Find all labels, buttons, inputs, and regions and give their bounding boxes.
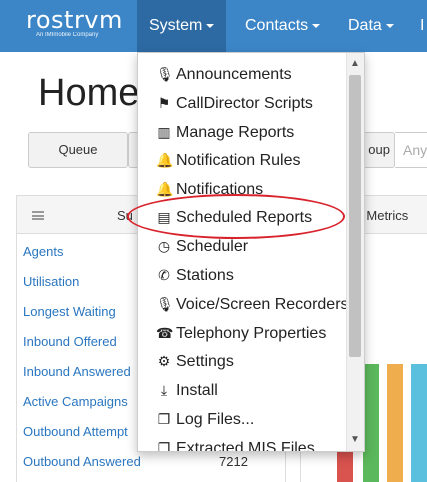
- menu-item-scheduled-reports[interactable]: ▤ Scheduled Reports: [138, 203, 346, 232]
- metric-label[interactable]: Active Campaigns: [23, 394, 128, 409]
- microphone-icon: 🎙: [156, 296, 174, 312]
- scroll-up-arrow-icon[interactable]: ▲: [349, 57, 361, 71]
- menu-item-notification-rules[interactable]: 🔔 Notification Rules: [138, 146, 346, 175]
- page-title: Home: [38, 72, 140, 114]
- tab-queue-label: Queue: [58, 142, 98, 157]
- nav-contacts[interactable]: Contacts: [233, 0, 332, 52]
- menu-item-label: Announcements: [176, 66, 292, 83]
- menu-item-label: Notifications: [176, 181, 264, 198]
- clock-icon: ◷: [157, 238, 171, 254]
- bell-icon: 🔔: [156, 181, 174, 197]
- menu-item-telephony-properties[interactable]: ☎ Telephony Properties: [138, 319, 346, 348]
- brand-tagline: An IMImobile Company: [36, 32, 99, 38]
- microphone-icon: 🎙: [156, 66, 174, 82]
- metric-label[interactable]: Outbound Attempt: [23, 424, 128, 439]
- menu-item-label: Notification Rules: [176, 152, 301, 169]
- metric-label[interactable]: Utilisation: [23, 274, 79, 289]
- menu-item-label: Scheduler: [176, 238, 249, 255]
- menu-item-label: CallDirector Scripts: [176, 95, 313, 112]
- caret-down-icon: [312, 23, 321, 28]
- menu-item-settings[interactable]: ⚙ Settings: [138, 347, 346, 376]
- phone-icon: ✆: [158, 267, 170, 283]
- brand-logo[interactable]: rostrvm An IMImobile Company: [26, 6, 123, 38]
- bar-chart-icon: ▥: [157, 124, 171, 140]
- menu-item-label: Extracted MIS Files: [176, 440, 315, 452]
- menu-item-label: Voice/Screen Recorders: [176, 296, 349, 313]
- bell-icon: 🔔: [156, 152, 174, 168]
- system-dropdown-menu: 🎙 Announcements ⚑ CallDirector Scripts ▥ Ma…: [137, 52, 365, 452]
- nav-contacts-label: Contacts: [245, 17, 309, 34]
- menu-item-stations[interactable]: ✆ Stations: [138, 261, 346, 290]
- metric-label[interactable]: Inbound Offered: [23, 334, 117, 349]
- download-icon: ⤓: [160, 382, 168, 398]
- scroll-down-arrow-icon[interactable]: ▼: [349, 433, 361, 447]
- scrollbar-thumb[interactable]: [349, 75, 361, 357]
- menu-item-label: Manage Reports: [176, 124, 295, 141]
- chart-bar: [387, 364, 403, 482]
- nav-more-label: I: [420, 17, 425, 34]
- nav-system-label: System: [149, 17, 203, 34]
- menu-item-log-files[interactable]: ❐ Log Files...: [138, 405, 346, 434]
- gear-icon: ⚙: [157, 353, 171, 369]
- metric-label[interactable]: Longest Waiting: [23, 304, 116, 319]
- brand-name: rostrvm: [26, 6, 123, 34]
- menu-item-label: Stations: [176, 267, 234, 284]
- caret-down-icon: [206, 23, 215, 28]
- tab-queue[interactable]: Queue: [28, 132, 128, 168]
- caret-down-icon: [385, 23, 394, 28]
- summary-panel-title: Su: [117, 208, 133, 223]
- any-filter-input[interactable]: Any: [395, 132, 427, 168]
- nav-data-label: Data: [348, 17, 382, 34]
- hamburger-icon[interactable]: [32, 211, 44, 220]
- metric-label[interactable]: Agents: [23, 244, 63, 259]
- nav-system[interactable]: System: [137, 0, 227, 52]
- nav-more[interactable]: I: [408, 0, 427, 52]
- menu-scrollbar[interactable]: ▲ ▼: [346, 53, 364, 451]
- files-icon: ❐: [157, 440, 171, 452]
- chart-bar: [363, 364, 379, 482]
- metric-label[interactable]: Outbound Answered: [23, 454, 141, 469]
- metric-label[interactable]: Inbound Answered: [23, 364, 131, 379]
- menu-item-voice-screen-recorders[interactable]: 🎙 Voice/Screen Recorders: [138, 290, 349, 319]
- menu-item-label: Install: [176, 382, 218, 399]
- menu-item-manage-reports[interactable]: ▥ Manage Reports: [138, 118, 346, 147]
- menu-item-extracted-mis-files[interactable]: ❐ Extracted MIS Files: [138, 434, 346, 452]
- menu-item-label: Log Files...: [176, 411, 255, 428]
- telephone-icon: ☎: [156, 325, 174, 341]
- files-icon: ❐: [157, 411, 171, 427]
- menu-item-label: Settings: [176, 353, 234, 370]
- metric-value: 7212: [219, 454, 248, 469]
- signpost-icon: ⚑: [157, 95, 171, 111]
- menu-item-install[interactable]: ⤓ Install: [138, 376, 346, 405]
- top-navbar: rostrvm An IMImobile Company System Cont…: [0, 0, 427, 52]
- menu-item-label: Telephony Properties: [176, 325, 327, 342]
- tab-group-label: oup: [368, 142, 390, 157]
- menu-item-label: Scheduled Reports: [176, 209, 313, 226]
- menu-item-calldirector-scripts[interactable]: ⚑ CallDirector Scripts: [138, 89, 346, 118]
- nav-data[interactable]: Data: [336, 0, 406, 52]
- chart-bar: [411, 364, 427, 482]
- pdf-file-icon: ▤: [157, 209, 171, 225]
- menu-item-announcements[interactable]: 🎙 Announcements: [138, 60, 346, 89]
- menu-item-notifications[interactable]: 🔔 Notifications: [138, 175, 346, 204]
- menu-item-scheduler[interactable]: ◷ Scheduler: [138, 232, 346, 261]
